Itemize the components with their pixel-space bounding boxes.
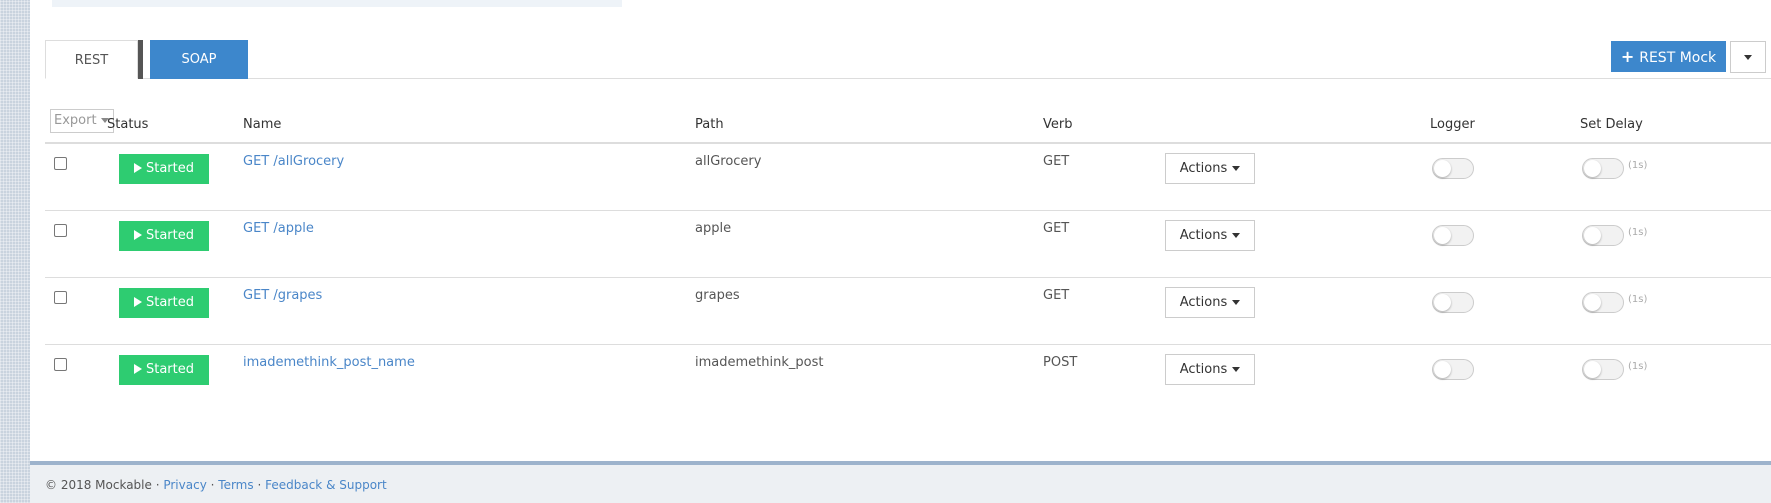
- play-icon: [133, 297, 142, 307]
- toggle-knob: [1584, 160, 1601, 177]
- mock-verb: POST: [1043, 355, 1078, 370]
- status-label: Started: [145, 161, 194, 176]
- plus-icon: +: [1620, 47, 1635, 66]
- table-row: Started imademethink_post_name imademeth…: [45, 345, 1771, 412]
- top-bar: [52, 0, 622, 7]
- delay-duration-label: (1s): [1628, 361, 1648, 372]
- actions-label: Actions: [1179, 161, 1228, 176]
- mock-verb: GET: [1043, 288, 1070, 303]
- left-sidebar-strip: [0, 0, 30, 503]
- toggle-knob: [1434, 160, 1451, 177]
- status-started-button[interactable]: Started: [119, 288, 209, 318]
- mock-name-link[interactable]: GET /grapes: [243, 288, 322, 303]
- play-icon: [133, 163, 142, 173]
- main-content: REST SOAP + REST Mock Export Status Name …: [30, 0, 1771, 462]
- status-started-button[interactable]: Started: [119, 154, 209, 184]
- caret-down-icon: [1232, 233, 1241, 238]
- status-started-button[interactable]: Started: [119, 221, 209, 251]
- mock-type-tabs: REST SOAP: [45, 40, 1771, 79]
- column-header-set-delay: Set Delay: [1580, 117, 1643, 132]
- actions-dropdown-button[interactable]: Actions: [1165, 153, 1255, 184]
- caret-down-icon: [1232, 166, 1241, 171]
- toggle-knob: [1584, 294, 1601, 311]
- mock-verb: GET: [1043, 154, 1070, 169]
- column-header-status: Status: [107, 117, 149, 132]
- column-header-verb: Verb: [1043, 117, 1073, 132]
- feedback-support-link[interactable]: Feedback & Support: [265, 478, 387, 492]
- actions-label: Actions: [1179, 362, 1228, 377]
- tab-soap[interactable]: SOAP: [150, 40, 248, 79]
- status-label: Started: [145, 362, 194, 377]
- toggle-knob: [1584, 227, 1601, 244]
- column-header-logger: Logger: [1430, 117, 1475, 132]
- set-delay-toggle[interactable]: [1582, 225, 1624, 246]
- table-row: Started GET /allGrocery allGrocery GET A…: [45, 144, 1771, 211]
- mock-name-link[interactable]: GET /apple: [243, 221, 314, 236]
- table-row: Started GET /apple apple GET Actions (1s…: [45, 211, 1771, 278]
- set-delay-toggle[interactable]: [1582, 292, 1624, 313]
- column-header-name: Name: [243, 117, 282, 132]
- toggle-knob: [1434, 361, 1451, 378]
- status-label: Started: [145, 295, 194, 310]
- more-options-dropdown-button[interactable]: [1730, 41, 1766, 73]
- footer-separator: ·: [210, 478, 215, 492]
- terms-link[interactable]: Terms: [218, 478, 253, 492]
- delay-duration-label: (1s): [1628, 227, 1648, 238]
- delay-duration-label: (1s): [1628, 294, 1648, 305]
- footer: © 2018 Mockable · Privacy · Terms · Feed…: [30, 465, 1771, 503]
- toggle-knob: [1584, 361, 1601, 378]
- caret-down-icon: [1744, 55, 1752, 60]
- set-delay-toggle[interactable]: [1582, 359, 1624, 380]
- mock-verb: GET: [1043, 221, 1070, 236]
- actions-label: Actions: [1179, 228, 1228, 243]
- toggle-knob: [1434, 294, 1451, 311]
- add-rest-mock-label: REST Mock: [1639, 50, 1717, 66]
- mock-name-link[interactable]: GET /allGrocery: [243, 154, 344, 169]
- caret-down-icon: [1232, 367, 1241, 372]
- mock-path: apple: [695, 221, 732, 236]
- mock-name-link[interactable]: imademethink_post_name: [243, 355, 415, 370]
- footer-separator: ·: [257, 478, 262, 492]
- tab-rest[interactable]: REST: [45, 40, 138, 79]
- caret-down-icon: [1232, 300, 1241, 305]
- privacy-link[interactable]: Privacy: [163, 478, 206, 492]
- toggle-knob: [1434, 227, 1451, 244]
- play-icon: [133, 364, 142, 374]
- row-checkbox[interactable]: [54, 157, 67, 170]
- actions-dropdown-button[interactable]: Actions: [1165, 354, 1255, 385]
- copyright: © 2018 Mockable ·: [45, 478, 160, 492]
- export-select[interactable]: Export: [50, 109, 114, 133]
- mock-path: allGrocery: [695, 154, 762, 169]
- table-row: Started GET /grapes grapes GET Actions (…: [45, 278, 1771, 345]
- mock-path: imademethink_post: [695, 355, 824, 370]
- play-icon: [133, 230, 142, 240]
- set-delay-toggle[interactable]: [1582, 158, 1624, 179]
- actions-label: Actions: [1179, 295, 1228, 310]
- row-checkbox[interactable]: [54, 358, 67, 371]
- export-label: Export: [54, 113, 97, 128]
- tab-separator: [138, 40, 143, 79]
- actions-dropdown-button[interactable]: Actions: [1165, 220, 1255, 251]
- status-label: Started: [145, 228, 194, 243]
- logger-toggle[interactable]: [1432, 225, 1474, 246]
- actions-dropdown-button[interactable]: Actions: [1165, 287, 1255, 318]
- row-checkbox[interactable]: [54, 291, 67, 304]
- logger-toggle[interactable]: [1432, 158, 1474, 179]
- logger-toggle[interactable]: [1432, 292, 1474, 313]
- logger-toggle[interactable]: [1432, 359, 1474, 380]
- row-checkbox[interactable]: [54, 224, 67, 237]
- column-header-path: Path: [695, 117, 724, 132]
- mock-path: grapes: [695, 288, 740, 303]
- delay-duration-label: (1s): [1628, 160, 1648, 171]
- add-rest-mock-button[interactable]: + REST Mock: [1611, 41, 1726, 72]
- status-started-button[interactable]: Started: [119, 355, 209, 385]
- footer-text: © 2018 Mockable · Privacy · Terms · Feed…: [45, 478, 387, 492]
